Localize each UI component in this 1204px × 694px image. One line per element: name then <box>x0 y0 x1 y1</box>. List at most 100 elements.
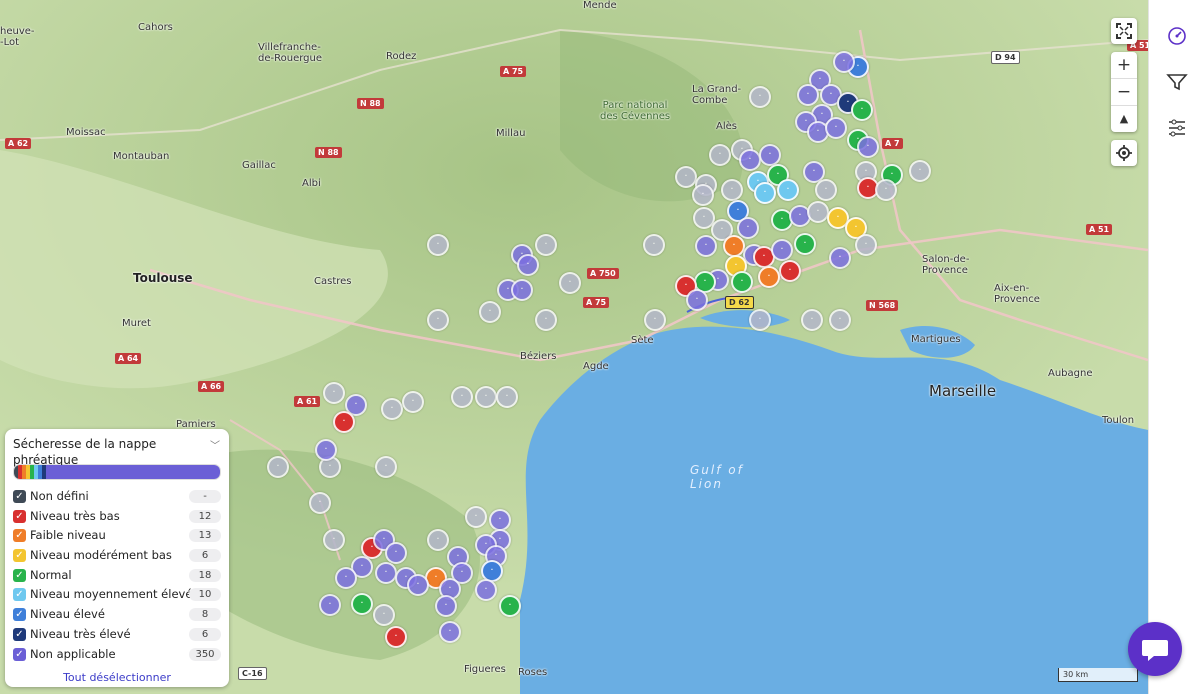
station-marker[interactable]: · <box>385 542 407 564</box>
station-marker[interactable]: · <box>475 579 497 601</box>
zoom-control[interactable]: + − ▲ <box>1111 52 1137 132</box>
station-marker[interactable]: · <box>535 309 557 331</box>
legend-checkbox[interactable]: ✓ <box>13 490 26 503</box>
legend-item[interactable]: ✓ Faible niveau 13 <box>13 526 221 546</box>
compass-icon[interactable]: ▲ <box>1111 106 1137 132</box>
station-marker[interactable]: · <box>375 456 397 478</box>
station-marker[interactable]: · <box>333 411 355 433</box>
station-marker[interactable]: · <box>517 254 539 276</box>
filter-icon[interactable] <box>1165 70 1189 94</box>
station-marker[interactable]: · <box>675 166 697 188</box>
legend-item[interactable]: ✓ Niveau moyennement élevé 10 <box>13 585 221 605</box>
station-marker[interactable]: · <box>794 233 816 255</box>
locate-icon[interactable] <box>1111 140 1137 166</box>
station-marker[interactable]: · <box>695 235 717 257</box>
station-marker[interactable]: · <box>851 99 873 121</box>
station-marker[interactable]: · <box>315 439 337 461</box>
legend-checkbox[interactable]: ✓ <box>13 588 26 602</box>
station-marker[interactable]: · <box>909 160 931 182</box>
legend-checkbox[interactable]: ✓ <box>13 509 26 523</box>
zoom-out-button[interactable]: − <box>1111 79 1137 106</box>
station-marker[interactable]: · <box>779 260 801 282</box>
legend-checkbox[interactable]: ✓ <box>13 529 26 543</box>
station-marker[interactable]: · <box>875 179 897 201</box>
legend-checkbox[interactable]: ✓ <box>13 627 26 641</box>
station-marker[interactable]: · <box>373 604 395 626</box>
station-marker[interactable]: · <box>829 309 851 331</box>
legend-checkbox[interactable]: ✓ <box>13 568 26 582</box>
station-marker[interactable]: · <box>749 86 771 108</box>
deselect-all-link[interactable]: Tout désélectionner <box>13 671 221 684</box>
station-marker[interactable]: · <box>815 179 837 201</box>
legend-item[interactable]: ✓ Non défini - <box>13 487 221 507</box>
station-marker[interactable]: · <box>758 266 780 288</box>
legend-item[interactable]: ✓ Normal 18 <box>13 566 221 586</box>
station-marker[interactable]: · <box>723 235 745 257</box>
fullscreen-control[interactable] <box>1111 18 1137 44</box>
gauge-icon[interactable] <box>1165 24 1189 48</box>
station-marker[interactable]: · <box>427 234 449 256</box>
chat-button[interactable] <box>1128 622 1182 676</box>
station-marker[interactable]: · <box>439 621 461 643</box>
legend-checkbox[interactable]: ✓ <box>13 647 26 661</box>
station-marker[interactable]: · <box>739 149 761 171</box>
station-marker[interactable]: · <box>309 492 331 514</box>
station-marker[interactable]: · <box>692 184 714 206</box>
station-marker[interactable]: · <box>754 182 776 204</box>
station-marker[interactable]: · <box>402 391 424 413</box>
station-marker[interactable]: · <box>375 562 397 584</box>
sliders-icon[interactable] <box>1165 116 1189 140</box>
station-marker[interactable]: · <box>771 239 793 261</box>
zoom-in-button[interactable]: + <box>1111 52 1137 79</box>
fullscreen-icon[interactable] <box>1111 18 1137 44</box>
station-marker[interactable]: · <box>407 574 429 596</box>
station-marker[interactable]: · <box>643 234 665 256</box>
chevron-down-icon[interactable]: ﹀ <box>210 437 220 452</box>
station-marker[interactable]: · <box>323 382 345 404</box>
station-marker[interactable]: · <box>496 386 518 408</box>
station-marker[interactable]: · <box>335 567 357 589</box>
station-marker[interactable]: · <box>855 234 877 256</box>
station-marker[interactable]: · <box>451 386 473 408</box>
station-marker[interactable]: · <box>427 529 449 551</box>
locate-control[interactable] <box>1111 140 1137 166</box>
station-marker[interactable]: · <box>857 136 879 158</box>
station-marker[interactable]: · <box>435 595 457 617</box>
station-marker[interactable]: · <box>267 456 289 478</box>
station-marker[interactable]: · <box>479 301 501 323</box>
station-marker[interactable]: · <box>797 84 819 106</box>
station-marker[interactable]: · <box>465 506 487 528</box>
station-marker[interactable]: · <box>807 201 829 223</box>
station-marker[interactable]: · <box>737 217 759 239</box>
station-marker[interactable]: · <box>829 247 851 269</box>
station-marker[interactable]: · <box>731 271 753 293</box>
station-marker[interactable]: · <box>825 117 847 139</box>
station-marker[interactable]: · <box>749 309 771 331</box>
legend-item[interactable]: ✓ Niveau modérément bas 6 <box>13 546 221 566</box>
station-marker[interactable]: · <box>777 179 799 201</box>
legend-item[interactable]: ✓ Niveau élevé 8 <box>13 605 221 625</box>
station-marker[interactable]: · <box>381 398 403 420</box>
legend-checkbox[interactable]: ✓ <box>13 608 26 622</box>
station-marker[interactable]: · <box>511 279 533 301</box>
station-marker[interactable]: · <box>323 529 345 551</box>
station-marker[interactable]: · <box>686 289 708 311</box>
station-marker[interactable]: · <box>475 386 497 408</box>
station-marker[interactable]: · <box>351 593 373 615</box>
station-marker[interactable]: · <box>489 509 511 531</box>
station-marker[interactable]: · <box>319 594 341 616</box>
station-marker[interactable]: · <box>833 51 855 73</box>
legend-item[interactable]: ✓ Niveau très élevé 6 <box>13 625 221 645</box>
station-marker[interactable]: · <box>535 234 557 256</box>
station-marker[interactable]: · <box>644 309 666 331</box>
legend-checkbox[interactable]: ✓ <box>13 549 26 563</box>
station-marker[interactable]: · <box>427 309 449 331</box>
station-marker[interactable]: · <box>385 626 407 648</box>
station-marker[interactable]: · <box>759 144 781 166</box>
station-marker[interactable]: · <box>499 595 521 617</box>
station-marker[interactable]: · <box>559 272 581 294</box>
station-marker[interactable]: · <box>709 144 731 166</box>
legend-item[interactable]: ✓ Niveau très bas 12 <box>13 507 221 527</box>
station-marker[interactable]: · <box>721 179 743 201</box>
station-marker[interactable]: · <box>801 309 823 331</box>
